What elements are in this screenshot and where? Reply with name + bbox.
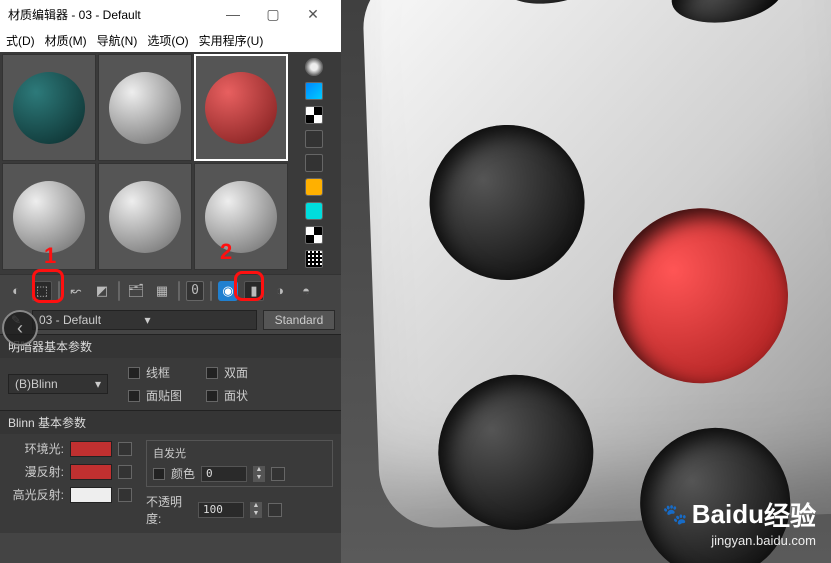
make-preview-icon[interactable]	[305, 178, 323, 196]
blinn-basic-params-rollup: Blinn 基本参数 环境光: 漫反射: 高光反射:	[0, 410, 341, 533]
close-button[interactable]: ✕	[293, 6, 333, 23]
material-slot-3[interactable]	[194, 54, 288, 161]
rollup-header-shader[interactable]: 明暗器基本参数	[0, 335, 341, 358]
annotation-label-2: 2	[220, 239, 232, 265]
material-slot-2[interactable]	[98, 54, 192, 161]
material-toolbar: 1 2 ◐ ⬚ ↜ ◩ 🗂 ▦ 0 ◉ ▮ ◑ ◓	[0, 274, 341, 306]
dice-mesh	[361, 0, 831, 530]
face-map-checkbox[interactable]: 面贴图	[128, 387, 182, 404]
titlebar[interactable]: 材质编辑器 - 03 - Default — ▢ ✕	[0, 0, 341, 28]
menu-options[interactable]: 选项(O)	[147, 32, 188, 49]
material-editor-panel: 材质编辑器 - 03 - Default — ▢ ✕ 式(D) 材质(M) 导航…	[0, 0, 341, 563]
material-id-field[interactable]: 0	[186, 281, 204, 301]
backlight-icon[interactable]	[305, 82, 323, 100]
material-type-button[interactable]: Standard	[263, 310, 335, 330]
opacity-map-button[interactable]	[268, 503, 282, 517]
material-name-row: ✎ 03 - Default ▾ Standard	[0, 306, 341, 334]
specular-color-swatch[interactable]	[70, 487, 112, 503]
self-illum-value[interactable]: 0	[201, 466, 247, 482]
sample-uv-tiling-icon[interactable]	[305, 130, 323, 148]
self-illum-map-button[interactable]	[271, 467, 285, 481]
opacity-label: 不透明度:	[146, 493, 192, 527]
chevron-down-icon: ▾	[95, 377, 101, 391]
show-end-result-icon[interactable]: ▮	[244, 281, 264, 301]
annotation-label-1: 1	[44, 243, 56, 269]
watermark: 🐾 Baidu 经验 jingyan.baidu.com	[663, 496, 816, 548]
menu-material[interactable]: 材质(M)	[45, 32, 87, 49]
specular-map-button[interactable]	[118, 488, 132, 502]
faceted-checkbox[interactable]: 面状	[206, 387, 248, 404]
paw-icon: 🐾	[663, 502, 688, 527]
back-navigation-button[interactable]: ‹	[2, 310, 38, 346]
options-icon[interactable]	[305, 202, 323, 220]
sample-type-icon[interactable]	[305, 58, 323, 76]
material-slot-5[interactable]	[98, 163, 192, 270]
chevron-down-icon: ▾	[145, 313, 251, 327]
menu-navigate[interactable]: 导航(N)	[97, 32, 138, 49]
window-title: 材质编辑器 - 03 - Default	[8, 6, 213, 23]
opacity-spinner[interactable]: ▲▼	[250, 502, 262, 518]
two-sided-checkbox[interactable]: 双面	[206, 364, 248, 381]
shader-type-dropdown[interactable]: (B)Blinn ▾	[8, 374, 108, 394]
rollup-header-blinn[interactable]: Blinn 基本参数	[0, 411, 341, 434]
get-material-icon[interactable]: ◐	[6, 281, 26, 301]
material-sample-grid	[0, 52, 290, 272]
sample-options-column	[290, 52, 338, 274]
material-slot-1[interactable]	[2, 54, 96, 161]
ambient-lock-button[interactable]	[118, 442, 132, 456]
ambient-color-swatch[interactable]	[70, 441, 112, 457]
self-illumination-group: 自发光 颜色 0 ▲▼	[146, 440, 333, 487]
video-color-check-icon[interactable]	[305, 154, 323, 172]
reset-map-icon[interactable]: ↜	[66, 281, 86, 301]
menu-mode[interactable]: 式(D)	[6, 32, 35, 49]
material-map-navigator-icon[interactable]	[305, 250, 323, 268]
go-to-parent-icon[interactable]: ◑	[270, 281, 290, 301]
diffuse-map-button[interactable]	[118, 465, 132, 479]
shader-basic-params-rollup: 明暗器基本参数 (B)Blinn ▾ 线框 双面 面贴图 面状	[0, 334, 341, 410]
show-shaded-material-icon[interactable]: ◉	[218, 281, 238, 301]
go-forward-icon[interactable]: ◓	[296, 281, 316, 301]
maximize-button[interactable]: ▢	[253, 6, 293, 23]
ambient-label: 环境光:	[8, 440, 64, 457]
self-illum-spinner[interactable]: ▲▼	[253, 466, 265, 482]
opacity-value[interactable]: 100	[198, 502, 244, 518]
background-icon[interactable]	[305, 106, 323, 124]
self-illum-color-checkbox[interactable]: 颜色	[153, 465, 195, 482]
assign-to-selection-icon[interactable]: ⬚	[32, 281, 52, 301]
specular-label: 高光反射:	[8, 486, 64, 503]
diffuse-color-swatch[interactable]	[70, 464, 112, 480]
menubar: 式(D) 材质(M) 导航(N) 选项(O) 实用程序(U)	[0, 28, 341, 52]
diffuse-label: 漫反射:	[8, 463, 64, 480]
minimize-button[interactable]: —	[213, 6, 253, 22]
chevron-left-icon: ‹	[17, 318, 23, 339]
menu-utilities[interactable]: 实用程序(U)	[199, 32, 264, 49]
3d-viewport[interactable]: 🐾 Baidu 经验 jingyan.baidu.com	[341, 0, 831, 563]
material-name-dropdown[interactable]: 03 - Default ▾	[32, 310, 257, 330]
material-slot-6[interactable]	[194, 163, 288, 270]
select-by-material-icon[interactable]	[305, 226, 323, 244]
put-to-library-icon[interactable]: ◩	[92, 281, 112, 301]
show-map-icon[interactable]: ▦	[152, 281, 172, 301]
wire-checkbox[interactable]: 线框	[128, 364, 182, 381]
material-id-channel-icon[interactable]: 🗂	[126, 281, 146, 301]
